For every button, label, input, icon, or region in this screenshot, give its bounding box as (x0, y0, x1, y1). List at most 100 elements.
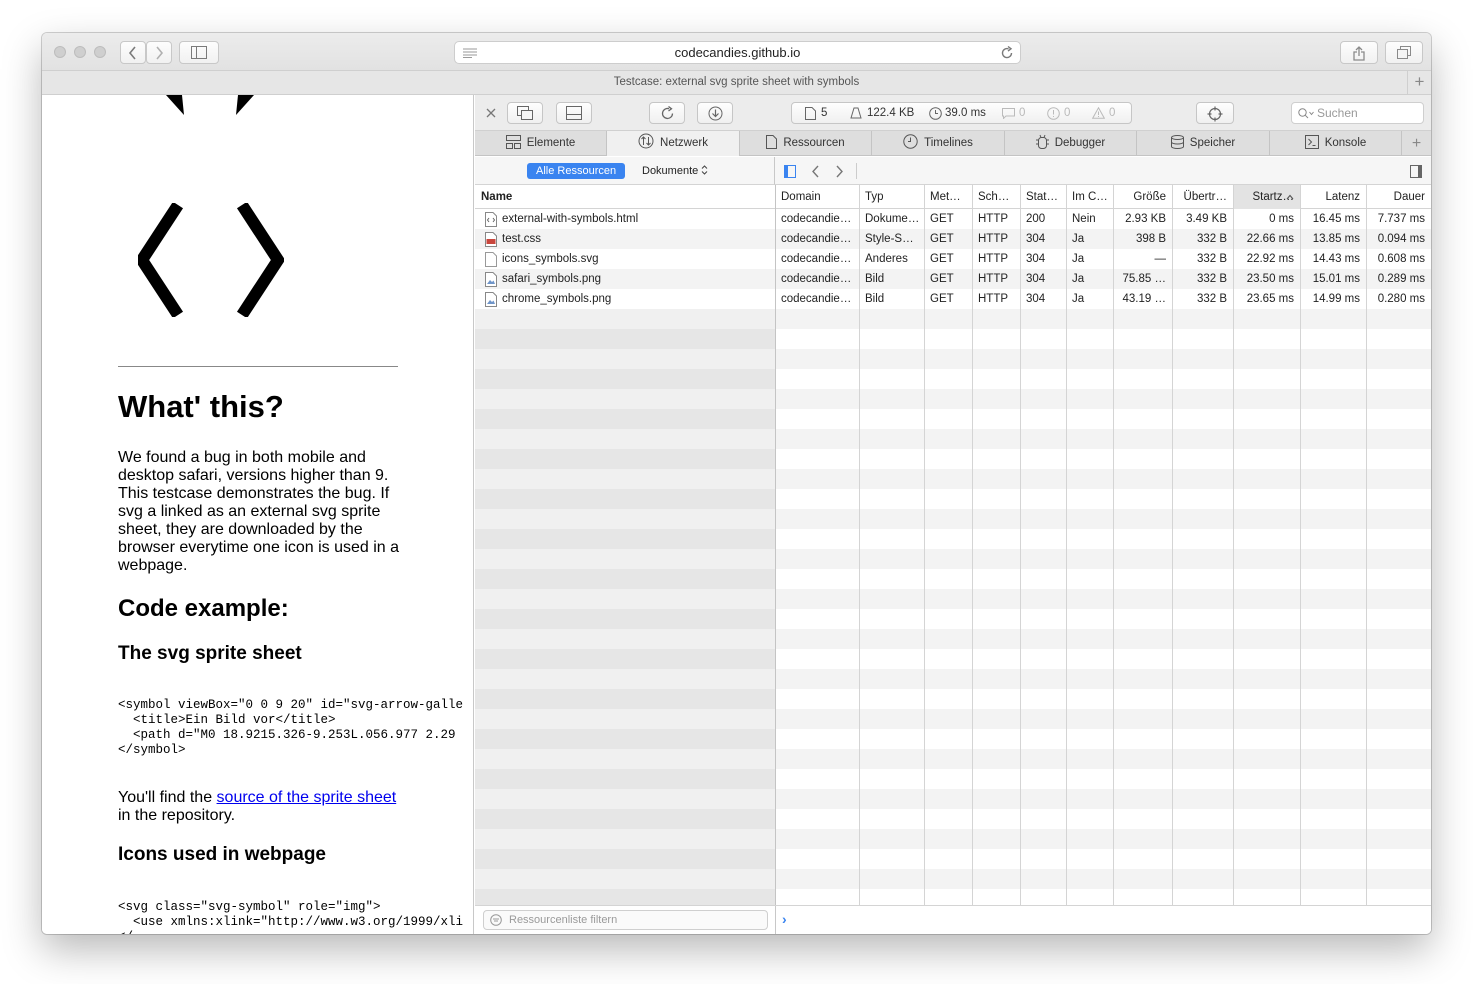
cell-status: 304 (1026, 233, 1046, 245)
back-button[interactable] (120, 41, 146, 64)
sidebar-toggle-button[interactable] (179, 41, 219, 64)
column-header-scheme[interactable]: Sch… (972, 185, 1020, 209)
search-input[interactable]: Suchen (1291, 102, 1424, 124)
tab-console[interactable]: Konsole (1270, 131, 1402, 156)
column-header-method[interactable]: Met… (924, 185, 972, 209)
icons-heading: Icons used in webpage (118, 844, 326, 865)
nav-forward-icon[interactable] (835, 165, 844, 178)
cell-latency: 13.85 ms (1312, 233, 1360, 245)
cell-latency: 14.43 ms (1312, 253, 1360, 265)
new-tab-button[interactable]: + (1407, 71, 1431, 94)
column-divider[interactable] (859, 185, 860, 905)
documents-selector[interactable]: Dokumente (642, 163, 708, 179)
cell-status: 304 (1026, 293, 1046, 305)
column-divider[interactable] (1366, 185, 1367, 905)
debugger-icon (1035, 134, 1049, 149)
address-bar[interactable]: codecandies.github.io (454, 41, 1021, 64)
cell-duration: 7.737 ms (1377, 213, 1425, 225)
tab-resources[interactable]: Ressourcen (740, 131, 872, 156)
cell-domain: codecandie… (781, 213, 852, 225)
cell-name: chrome_symbols.png (502, 293, 612, 305)
column-header-start[interactable]: Startz… (1233, 185, 1300, 209)
cell-duration: 0.280 ms (1377, 293, 1425, 305)
cell-method: GET (930, 213, 954, 225)
cell-transferred: 332 B (1196, 293, 1227, 305)
cell-start: 23.50 ms (1246, 273, 1294, 285)
code-example-heading: Code example: (118, 595, 289, 622)
search-placeholder: Suchen (1317, 106, 1358, 120)
column-header-cached[interactable]: Im C… (1066, 185, 1113, 209)
column-divider[interactable] (1300, 185, 1301, 905)
tab-title[interactable]: Testcase: external svg sprite sheet with… (614, 76, 859, 88)
tabs-overview-button[interactable] (1385, 41, 1423, 64)
tab-timelines[interactable]: Timelines (872, 131, 1005, 156)
updown-chevron-icon (701, 165, 708, 175)
close-window-button[interactable] (54, 46, 66, 58)
column-header-size[interactable]: Größe (1113, 185, 1172, 209)
detach-inspector-button[interactable] (507, 102, 543, 124)
resource-filter-input[interactable]: Ressourcenliste filtern (483, 910, 768, 930)
column-header-transferred[interactable]: Übertr… (1172, 185, 1233, 209)
table-row[interactable]: icons_symbols.svg codecandie… Anderes GET HT… (475, 249, 1431, 269)
toggle-navigation-icon[interactable] (784, 165, 796, 178)
tab-debugger[interactable]: Debugger (1005, 131, 1137, 156)
cell-duration: 0.094 ms (1377, 233, 1425, 245)
table-row[interactable]: chrome_symbols.png codecandie… Bild GET HTTP… (475, 289, 1431, 309)
source-link[interactable]: source of the sprite sheet (217, 789, 397, 806)
column-divider[interactable] (1066, 185, 1067, 905)
all-resources-filter[interactable]: Alle Ressourcen (527, 163, 626, 179)
toggle-details-sidebar-icon[interactable] (1410, 165, 1422, 178)
column-divider[interactable] (1233, 185, 1234, 905)
resources-icon (766, 135, 778, 149)
cell-type: Style-S… (865, 233, 914, 245)
column-header-domain[interactable]: Domain (775, 185, 859, 209)
column-divider[interactable] (775, 185, 776, 905)
tab-elements[interactable]: Elemente (475, 131, 607, 156)
elements-icon (505, 135, 521, 149)
cell-size: 2.93 KB (1125, 213, 1166, 225)
cell-type: Bild (865, 293, 885, 305)
web-inspector: 5 122.4 KB 39.0 ms 0 0 0 Suchen Elemente… (475, 95, 1431, 934)
close-inspector-icon[interactable] (486, 108, 496, 118)
column-header-duration[interactable]: Dauer (1366, 185, 1431, 209)
zoom-window-button[interactable] (94, 46, 106, 58)
minimize-window-button[interactable] (74, 46, 86, 58)
cell-status: 200 (1026, 213, 1046, 225)
column-divider[interactable] (1113, 185, 1114, 905)
column-header-latency[interactable]: Latenz (1300, 185, 1366, 209)
tab-network[interactable]: Netzwerk (607, 131, 740, 156)
cell-scheme: HTTP (978, 273, 1009, 285)
cell-duration: 0.289 ms (1377, 273, 1425, 285)
sort-ascending-icon (1286, 194, 1294, 200)
table-row[interactable]: external-with-symbols.html codecandie… Dok… (475, 209, 1431, 229)
reader-menu-icon[interactable] (463, 48, 477, 58)
column-header-status[interactable]: Stat… (1020, 185, 1066, 209)
cell-type: Bild (865, 273, 885, 285)
forward-button[interactable] (146, 41, 172, 64)
add-tab-button[interactable]: + (1402, 131, 1431, 156)
column-divider[interactable] (1172, 185, 1173, 905)
detail-nav-bar (775, 157, 1431, 185)
reload-page-button[interactable] (649, 102, 685, 124)
intro-paragraph: We found a bug in both mobile and deskto… (118, 449, 400, 574)
column-divider[interactable] (924, 185, 925, 905)
column-header-type[interactable]: Typ (859, 185, 924, 209)
cell-status: 304 (1026, 273, 1046, 285)
reload-icon[interactable] (1000, 46, 1014, 60)
tab-storage[interactable]: Speicher (1137, 131, 1270, 156)
download-archive-button[interactable] (697, 102, 733, 124)
column-header-name[interactable]: Name (475, 185, 775, 209)
network-table: Name Domain Typ Met… Sch… Stat… Im C… Größe Über… (475, 185, 1431, 905)
table-row[interactable]: test.css codecandie… Style-S… GET HTTP 304 Ja 3… (475, 229, 1431, 249)
cell-scheme: HTTP (978, 233, 1009, 245)
column-divider[interactable] (1020, 185, 1021, 905)
cell-cached: Ja (1072, 253, 1085, 265)
table-row[interactable]: safari_symbols.png codecandie… Bild GET HTTP… (475, 269, 1431, 289)
element-picker-button[interactable] (1196, 102, 1234, 124)
nav-back-icon[interactable] (811, 165, 820, 178)
timelines-icon (903, 134, 918, 149)
share-button[interactable] (1340, 41, 1378, 64)
dock-bottom-button[interactable] (556, 102, 592, 124)
console-prompt-icon[interactable]: › (782, 911, 787, 927)
column-divider[interactable] (972, 185, 973, 905)
